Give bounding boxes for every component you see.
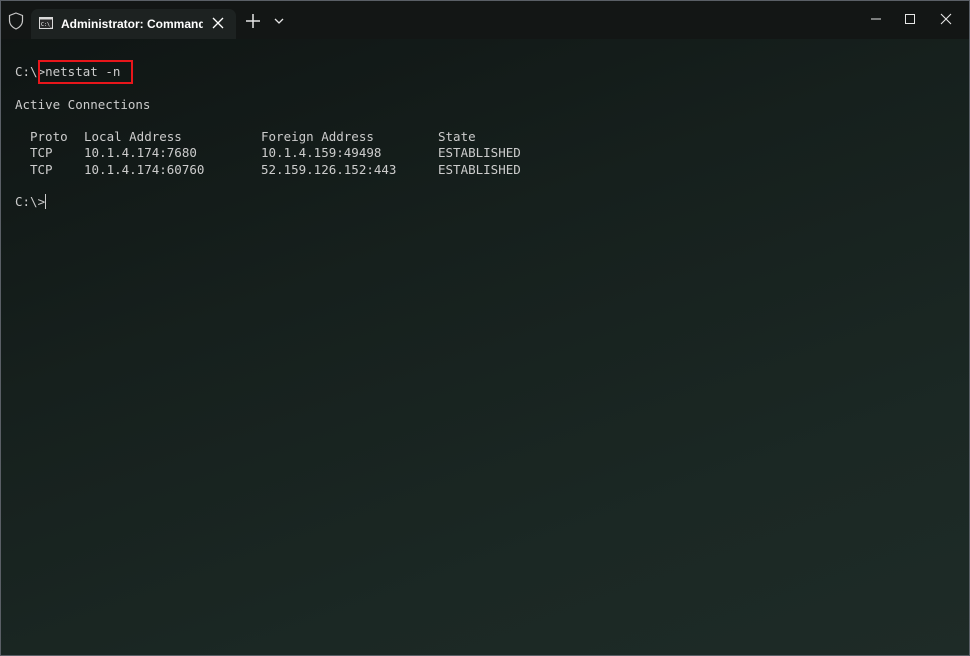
table-row: TCP 10.1.4.174:7680 10.1.4.159:49498 EST…	[15, 145, 955, 161]
column-header-proto: Proto	[30, 129, 68, 145]
cell-state: ESTABLISHED	[438, 145, 521, 161]
column-header-foreign-address: Foreign Address	[261, 129, 374, 145]
svg-text:C:\_: C:\_	[41, 22, 53, 28]
chevron-down-icon[interactable]	[273, 16, 285, 26]
new-tab-icon[interactable]	[245, 13, 261, 29]
shield-icon	[8, 12, 24, 30]
cell-local-address: 10.1.4.174:60760	[84, 161, 205, 177]
close-tab-icon[interactable]	[211, 16, 225, 30]
prompt: C:\>	[15, 64, 46, 79]
input-line[interactable]: C:\>	[15, 194, 955, 210]
maximize-icon	[905, 14, 915, 24]
command-text: netstat -n	[45, 64, 121, 79]
terminal-output[interactable]: C:\>netstat -n Active Connections Proto …	[15, 64, 955, 211]
minimize-icon	[871, 18, 881, 20]
close-icon	[940, 13, 952, 25]
text-cursor	[45, 194, 47, 210]
close-window-button[interactable]	[923, 1, 969, 37]
command-line: C:\>netstat -n	[15, 64, 955, 80]
cmd-icon: C:\_	[39, 17, 53, 29]
cell-foreign-address: 52.159.126.152:443	[261, 161, 397, 177]
title-bar[interactable]: C:\_ Administrator: Command Prompt	[1, 1, 969, 39]
cell-proto: TCP	[30, 161, 53, 177]
cell-local-address: 10.1.4.174:7680	[84, 145, 197, 161]
prompt: C:\>	[15, 194, 46, 210]
table-header: Proto Local Address Foreign Address Stat…	[15, 129, 955, 145]
terminal-window: C:\_ Administrator: Command Prompt	[0, 0, 970, 656]
cell-foreign-address: 10.1.4.159:49498	[261, 145, 382, 161]
column-header-state: State	[438, 129, 476, 145]
tab-command-prompt[interactable]: C:\_ Administrator: Command Prompt	[31, 9, 236, 39]
cell-proto: TCP	[30, 145, 53, 161]
section-heading: Active Connections	[15, 96, 151, 112]
tab-title: Administrator: Command Prompt	[61, 17, 203, 31]
table-row: TCP 10.1.4.174:60760 52.159.126.152:443 …	[15, 162, 955, 178]
cell-state: ESTABLISHED	[438, 161, 521, 177]
column-header-local-address: Local Address	[84, 129, 182, 145]
